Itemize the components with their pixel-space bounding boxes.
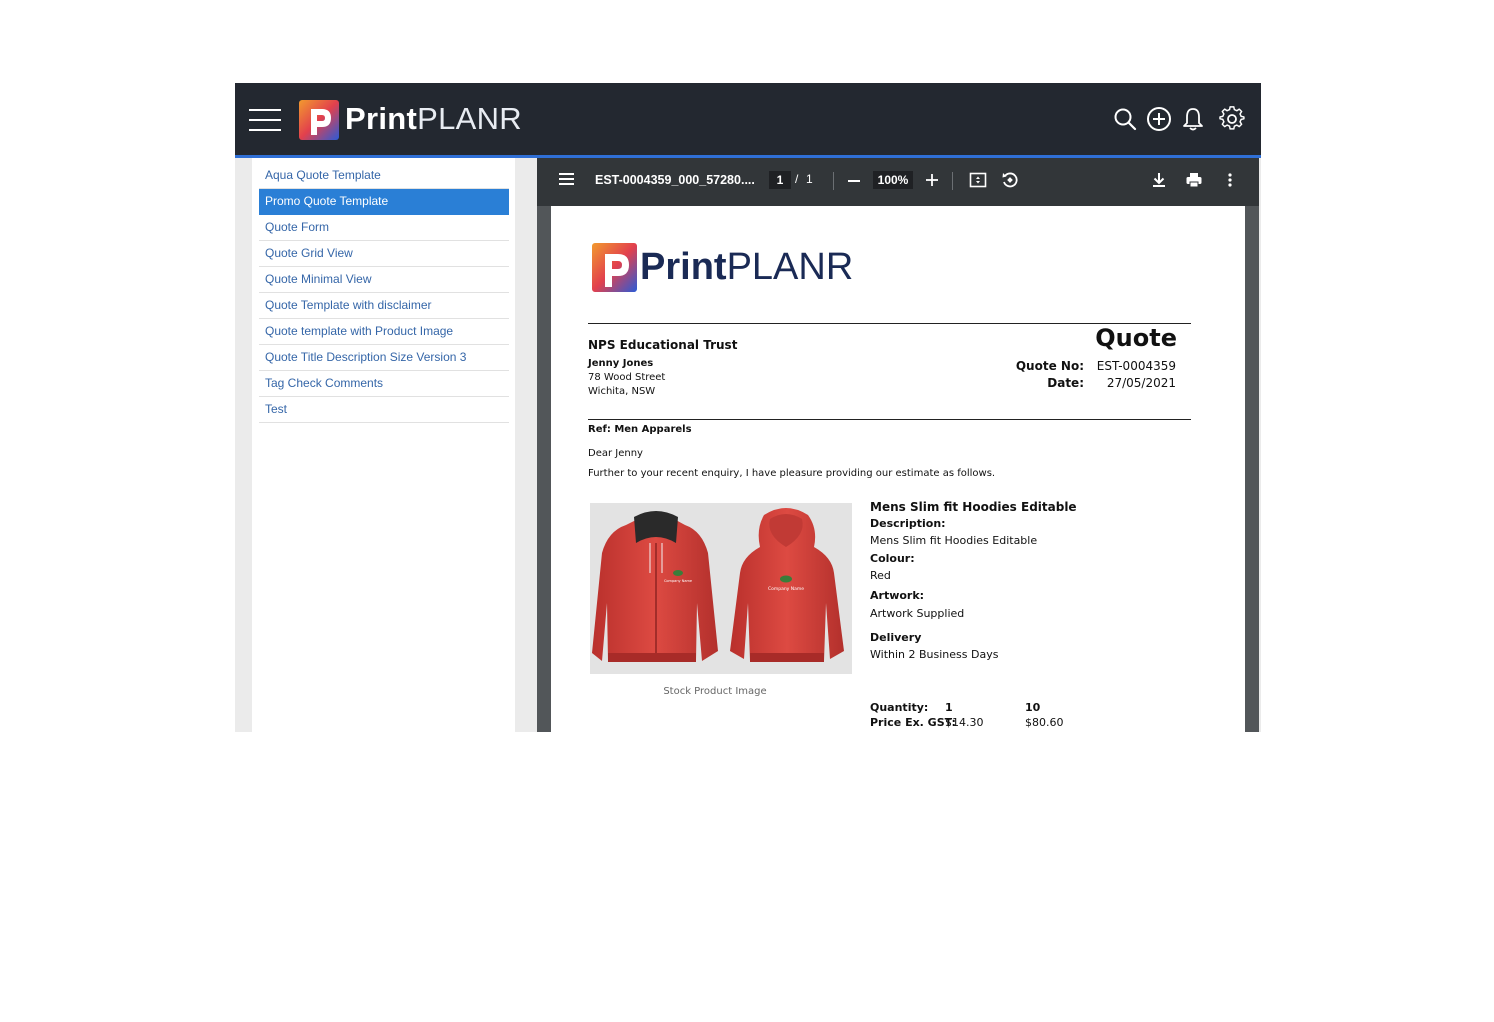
template-item-tag-check-comments[interactable]: Tag Check Comments — [259, 371, 509, 397]
page-number-input[interactable]: 1 — [769, 171, 791, 189]
product-name: Mens Slim fit Hoodies Editable — [870, 500, 1077, 514]
zoom-level-input[interactable]: 100% — [873, 171, 913, 189]
more-vert-icon[interactable] — [1220, 170, 1240, 190]
toolbar-divider — [833, 172, 834, 190]
price-value: $14.30 — [945, 716, 984, 729]
toolbar-divider — [952, 172, 953, 190]
salutation: Dear Jenny — [588, 448, 643, 459]
top-navbar: PrintPLANR — [235, 83, 1261, 158]
hamburger-menu-icon[interactable] — [249, 108, 281, 132]
template-item-quote-minimal-view[interactable]: Quote Minimal View — [259, 267, 509, 293]
reference-line: Ref: Men Apparels — [588, 424, 692, 435]
image-caption: Stock Product Image — [663, 686, 767, 697]
template-list: Aqua Quote Template Promo Quote Template… — [252, 158, 515, 423]
client-organisation: NPS Educational Trust — [588, 338, 738, 352]
delivery-value: Within 2 Business Days — [870, 648, 999, 661]
front-print-logo-text: Company Name — [664, 579, 692, 583]
add-circle-icon[interactable] — [1146, 106, 1172, 132]
sidebar-scrollbar[interactable] — [515, 158, 530, 732]
colour-label: Colour: — [870, 552, 915, 565]
quantity-label: Quantity: — [870, 701, 929, 714]
pdf-scrollbar[interactable] — [1245, 206, 1259, 732]
template-item-quote-grid-view[interactable]: Quote Grid View — [259, 241, 509, 267]
printplanr-logo-icon — [299, 100, 339, 140]
colour-value: Red — [870, 569, 891, 582]
pdf-viewer: EST-0004359_000_57280.... 1 / 1 100% Pri… — [537, 158, 1259, 732]
product-image: Company Name Company Name — [590, 503, 852, 674]
template-item-aqua-quote[interactable]: Aqua Quote Template — [259, 163, 509, 189]
gear-icon[interactable] — [1219, 106, 1245, 132]
app-brand-name: PrintPLANR — [345, 101, 522, 136]
pdf-filename: EST-0004359_000_57280.... — [595, 173, 755, 187]
download-icon[interactable] — [1149, 170, 1169, 190]
template-item-quote-with-product-image[interactable]: Quote template with Product Image — [259, 319, 509, 345]
client-city: Wichita, NSW — [588, 386, 656, 397]
search-icon[interactable] — [1112, 106, 1138, 132]
section-rule — [588, 419, 1191, 420]
description-value: Mens Slim fit Hoodies Editable — [870, 534, 1038, 547]
price-label: Price Ex. GST: — [870, 716, 956, 729]
template-item-quote-with-disclaimer[interactable]: Quote Template with disclaimer — [259, 293, 509, 319]
template-item-promo-quote[interactable]: Promo Quote Template — [259, 189, 509, 215]
print-icon[interactable] — [1184, 170, 1204, 190]
artwork-value: Artwork Supplied — [870, 607, 965, 620]
pdf-toolbar: EST-0004359_000_57280.... 1 / 1 100% — [537, 158, 1259, 206]
template-sidebar: Aqua Quote Template Promo Quote Template… — [252, 158, 530, 732]
description-label: Description: — [870, 517, 946, 530]
artwork-label: Artwork: — [870, 589, 925, 602]
quantity-value: 10 — [1025, 701, 1041, 714]
document-brand-name: PrintPLANR — [640, 246, 854, 288]
back-print-logo-text: Company Name — [768, 586, 804, 592]
page-separator: / — [795, 172, 799, 186]
printplanr-logo-icon — [592, 243, 637, 292]
delivery-label: Delivery — [870, 631, 922, 644]
bell-icon[interactable] — [1180, 106, 1206, 132]
quote-number: EST-0004359 — [1096, 359, 1176, 373]
client-contact: Jenny Jones — [588, 358, 654, 369]
zoom-out-icon[interactable] — [848, 180, 860, 182]
price-value: $80.60 — [1025, 716, 1064, 729]
app-window: PrintPLANR Aqua Quote Template Promo Quo… — [235, 83, 1261, 732]
client-street: 78 Wood Street — [588, 372, 666, 383]
fit-page-icon[interactable] — [968, 170, 988, 190]
rotate-icon[interactable] — [1000, 170, 1020, 190]
intro-paragraph: Further to your recent enquiry, I have p… — [588, 468, 996, 479]
template-item-quote-form[interactable]: Quote Form — [259, 215, 509, 241]
quote-date: 27/05/2021 — [1106, 376, 1176, 390]
quantity-value: 1 — [945, 701, 953, 714]
zoom-in-icon[interactable] — [925, 173, 939, 187]
pdf-page: PrintPLANR Quote NPS Educational Trust J… — [551, 206, 1245, 732]
total-pages: 1 — [806, 172, 813, 186]
template-item-quote-title-description[interactable]: Quote Title Description Size Version 3 — [259, 345, 509, 371]
document-title: Quote — [1095, 324, 1177, 352]
template-item-test[interactable]: Test — [259, 397, 509, 423]
menu-icon[interactable] — [559, 173, 574, 187]
